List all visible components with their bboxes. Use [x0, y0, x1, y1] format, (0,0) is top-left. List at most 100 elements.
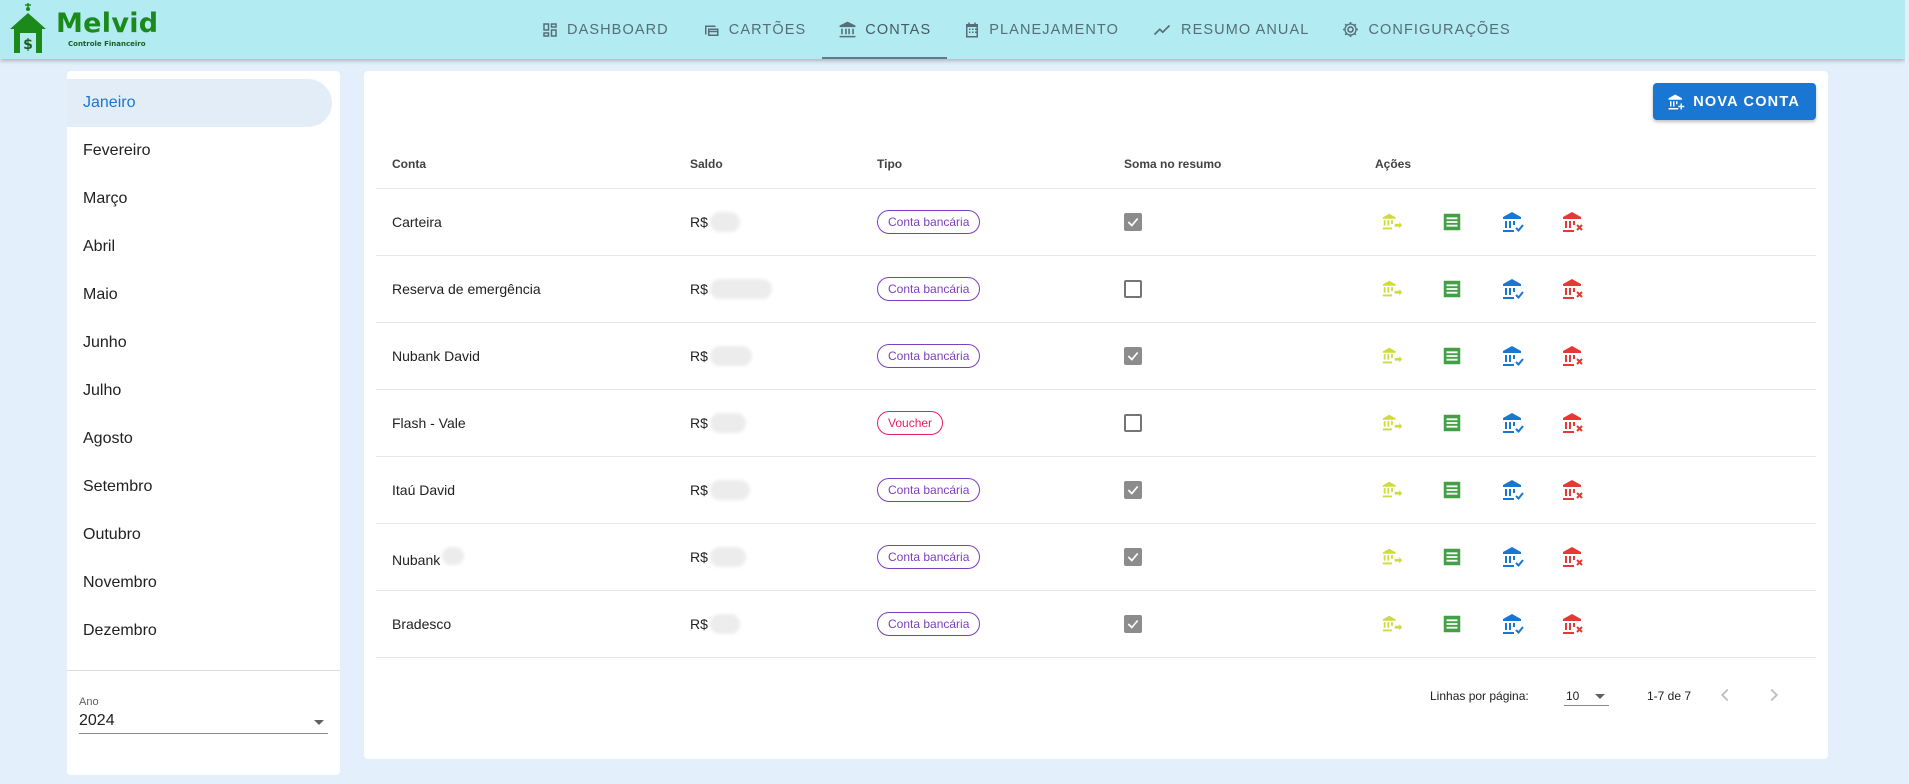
- sum-in-summary-checkbox[interactable]: [1124, 280, 1142, 298]
- sum-in-summary-checkbox[interactable]: [1124, 615, 1142, 633]
- sum-in-summary-checkbox[interactable]: [1124, 347, 1142, 365]
- bank-remove-icon: [1563, 346, 1583, 366]
- column-header-conta[interactable]: Conta: [376, 157, 690, 171]
- redacted-balance: [709, 480, 750, 500]
- row-actions: [1375, 408, 1816, 438]
- next-page-button[interactable]: [1763, 684, 1785, 709]
- statement-button[interactable]: [1441, 207, 1501, 237]
- table-row[interactable]: Flash - Vale R$ Voucher: [376, 390, 1816, 457]
- column-header-tipo[interactable]: Tipo: [877, 157, 1124, 171]
- account-type: Voucher: [877, 411, 1124, 435]
- nav-contas[interactable]: CONTAS: [822, 0, 948, 59]
- month-item-outubro[interactable]: Outubro: [67, 511, 332, 559]
- column-header-saldo[interactable]: Saldo: [690, 157, 877, 171]
- delete-button[interactable]: [1561, 475, 1621, 505]
- account-type: Conta bancária: [877, 545, 1124, 569]
- transfer-button[interactable]: [1381, 274, 1441, 304]
- bank-icon: [839, 21, 856, 38]
- transfer-button[interactable]: [1381, 475, 1441, 505]
- bank-check-icon: [1503, 614, 1524, 634]
- reconcile-button[interactable]: [1501, 207, 1561, 237]
- delete-button[interactable]: [1561, 341, 1621, 371]
- row-actions: [1375, 475, 1816, 505]
- month-item-abril[interactable]: Abril: [67, 223, 332, 271]
- table-row[interactable]: Nubank R$ Conta bancária: [376, 524, 1816, 591]
- account-balance: R$: [690, 346, 877, 366]
- chevron-right-icon: [1770, 688, 1779, 702]
- sum-in-summary-checkbox[interactable]: [1124, 481, 1142, 499]
- transfer-button[interactable]: [1381, 542, 1441, 572]
- transfer-button[interactable]: [1381, 207, 1441, 237]
- month-item-fevereiro[interactable]: Fevereiro: [67, 127, 332, 175]
- table-row[interactable]: Bradesco R$ Conta bancária: [376, 591, 1816, 658]
- statement-button[interactable]: [1441, 542, 1501, 572]
- statement-button[interactable]: [1441, 341, 1501, 371]
- nav-configuracoes[interactable]: CONFIGURAÇÕES: [1325, 0, 1526, 59]
- reconcile-button[interactable]: [1501, 542, 1561, 572]
- bank-transfer-icon: [1382, 213, 1403, 230]
- reconcile-button[interactable]: [1501, 274, 1561, 304]
- delete-button[interactable]: [1561, 408, 1621, 438]
- statement-button[interactable]: [1441, 609, 1501, 639]
- nav-dashboard[interactable]: DASHBOARD: [525, 0, 685, 59]
- statement-button[interactable]: [1441, 475, 1501, 505]
- currency-symbol: R$: [690, 214, 708, 230]
- month-item-julho[interactable]: Julho: [67, 367, 332, 415]
- bank-remove-icon: [1563, 413, 1583, 433]
- transfer-button[interactable]: [1381, 408, 1441, 438]
- table-row[interactable]: Carteira R$ Conta bancária: [376, 189, 1816, 256]
- sum-in-summary-checkbox[interactable]: [1124, 213, 1142, 231]
- reconcile-button[interactable]: [1501, 475, 1561, 505]
- delete-button[interactable]: [1561, 609, 1621, 639]
- transfer-button[interactable]: [1381, 609, 1441, 639]
- account-balance: R$: [690, 212, 877, 232]
- month-item-dezembro[interactable]: Dezembro: [67, 607, 332, 655]
- bank-remove-icon: [1563, 547, 1583, 567]
- month-item-novembro[interactable]: Novembro: [67, 559, 332, 607]
- account-name-text: Carteira: [392, 214, 442, 230]
- chevron-left-icon: [1720, 688, 1729, 702]
- table-body: Carteira R$ Conta bancária Reserva de em…: [376, 189, 1816, 658]
- table-row[interactable]: Itaú David R$ Conta bancária: [376, 457, 1816, 524]
- bank-check-icon: [1503, 346, 1524, 366]
- account-type: Conta bancária: [877, 612, 1124, 636]
- nav-planejamento[interactable]: PLANEJAMENTO: [947, 0, 1135, 59]
- sum-in-summary: [1124, 481, 1375, 499]
- year-select[interactable]: Ano 2024: [79, 696, 328, 734]
- month-item-setembro[interactable]: Setembro: [67, 463, 332, 511]
- month-item-maio[interactable]: Maio: [67, 271, 332, 319]
- sum-in-summary-checkbox[interactable]: [1124, 414, 1142, 432]
- statement-button[interactable]: [1441, 274, 1501, 304]
- month-item-janeiro[interactable]: Janeiro: [67, 79, 332, 127]
- cards-icon: [704, 25, 719, 36]
- bank-check-icon: [1503, 413, 1524, 433]
- delete-button[interactable]: [1561, 542, 1621, 572]
- month-item-marco[interactable]: Março: [67, 175, 332, 223]
- rows-per-page-select[interactable]: 10: [1564, 686, 1609, 706]
- account-type-chip: Voucher: [877, 411, 944, 435]
- delete-button[interactable]: [1561, 274, 1621, 304]
- table-row[interactable]: Nubank David R$ Conta bancária: [376, 323, 1816, 390]
- year-value[interactable]: 2024: [79, 712, 328, 734]
- sum-in-summary-checkbox[interactable]: [1124, 548, 1142, 566]
- app-name: Melvid: [56, 8, 159, 39]
- statement-button[interactable]: [1441, 408, 1501, 438]
- bank-remove-icon: [1563, 614, 1583, 634]
- delete-button[interactable]: [1561, 207, 1621, 237]
- nav-resumo-anual[interactable]: RESUMO ANUAL: [1135, 0, 1325, 59]
- nav-cartoes[interactable]: CARTÕES: [685, 0, 823, 59]
- column-header-acoes: Ações: [1375, 156, 1412, 171]
- month-item-agosto[interactable]: Agosto: [67, 415, 332, 463]
- column-header-soma[interactable]: Soma no resumo: [1124, 157, 1375, 171]
- table-row[interactable]: Reserva de emergência R$ Conta bancária: [376, 256, 1816, 323]
- transfer-button[interactable]: [1381, 341, 1441, 371]
- new-account-button[interactable]: NOVA CONTA: [1653, 83, 1816, 120]
- month-item-junho[interactable]: Junho: [67, 319, 332, 367]
- reconcile-button[interactable]: [1501, 341, 1561, 371]
- account-balance: R$: [690, 480, 877, 500]
- previous-page-button[interactable]: [1714, 684, 1736, 709]
- app-logo[interactable]: $ Melvid Controle Financeiro: [8, 2, 158, 56]
- reconcile-button[interactable]: [1501, 408, 1561, 438]
- reconcile-button[interactable]: [1501, 609, 1561, 639]
- account-name-text: Reserva de emergência: [392, 281, 541, 297]
